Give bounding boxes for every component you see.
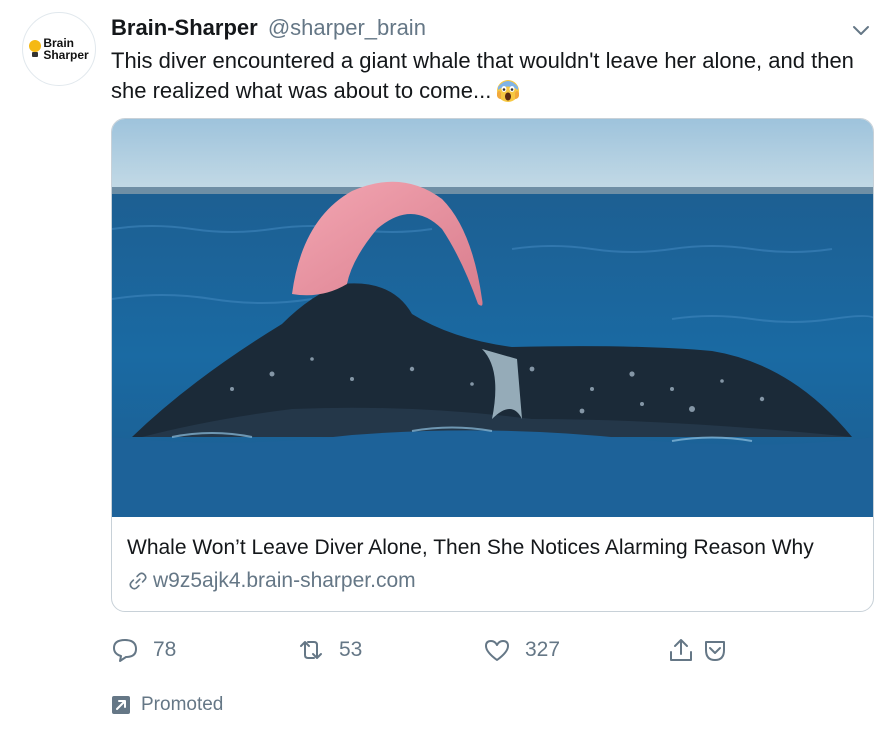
like-button[interactable]: 327 [483,636,560,664]
brain-sharper-logo: Brain Sharper [29,37,89,62]
like-icon [485,640,509,661]
tweet-header: Brain-Sharper @sharper_brain [111,14,426,42]
card-domain-text: w9z5ajk4.brain-sharper.com [153,569,416,592]
share-button[interactable] [667,636,695,664]
like-count: 327 [525,638,561,661]
screaming-face-emoji [497,80,520,102]
promoted-icon [112,696,130,714]
tweet-text: This diver encountered a giant whale tha… [111,46,881,106]
avatar[interactable]: Brain Sharper [22,12,96,86]
reply-icon [113,639,137,662]
chevron-down-box-icon [705,641,725,661]
link-icon [129,572,147,590]
promoted-label: Promoted [111,694,223,716]
reply-button[interactable]: 78 [111,636,176,664]
reply-count: 78 [153,638,177,661]
tweet-body: This diver encountered a giant whale tha… [111,48,854,103]
retweet-count: 53 [339,638,363,661]
save-button[interactable] [701,636,729,664]
card-title[interactable]: Whale Won’t Leave Diver Alone, Then She … [127,535,814,561]
card-image[interactable] [112,119,874,517]
logo-line-2: Sharper [43,48,89,62]
share-icon [670,639,692,661]
author-handle[interactable]: @sharper_brain [268,15,426,40]
tweet-actions: 78 53 327 [111,636,751,668]
retweet-button[interactable]: 53 [297,636,362,664]
link-card[interactable]: Whale Won’t Leave Diver Alone, Then She … [111,118,874,612]
retweet-icon [300,641,322,659]
card-domain[interactable]: w9z5ajk4.brain-sharper.com [127,568,416,594]
author-name[interactable]: Brain-Sharper [111,15,258,40]
promoted-text: Promoted [141,694,224,715]
lightbulb-icon [29,40,42,58]
chevron-down-icon[interactable] [849,18,873,42]
